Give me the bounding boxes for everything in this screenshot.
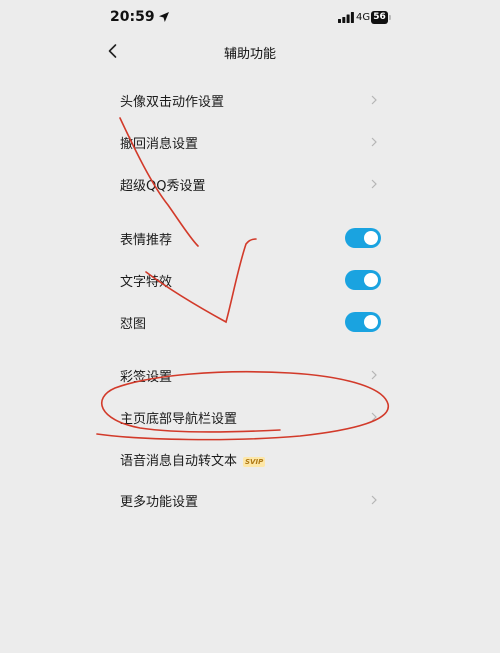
toggle-knob [364, 273, 378, 287]
chevron-right-icon [371, 137, 377, 147]
settings-row-recall-message[interactable]: 撤回消息设置 [0, 122, 500, 162]
toggle-knob [364, 231, 378, 245]
chevron-right-icon [371, 179, 377, 189]
settings-row-super-qq-show[interactable]: 超级QQ秀设置 [0, 164, 500, 204]
row-label: 头像双击动作设置 [120, 95, 225, 110]
row-label: 表情推荐 [120, 233, 173, 248]
chevron-right-icon [371, 495, 377, 505]
accessibility-settings-screen: 20:59 4G 56 辅助功能 头像双击动作设置 撤回消息设置 超级QQ秀设置… [0, 0, 500, 653]
meme-reply-toggle[interactable] [345, 312, 381, 332]
battery-level: 56 [371, 11, 388, 24]
chevron-right-icon [371, 412, 377, 422]
row-label: 怼图 [120, 317, 147, 332]
cellular-signal-icon [338, 12, 354, 23]
row-label: 语音消息自动转文本 SVIP [120, 450, 266, 469]
location-arrow-icon [159, 12, 169, 22]
settings-row-more-features[interactable]: 更多功能设置 [0, 480, 500, 520]
row-label: 彩签设置 [120, 370, 173, 385]
row-label: 更多功能设置 [120, 495, 199, 510]
svip-badge: SVIP [243, 456, 266, 467]
settings-row-sticker-recommend: 表情推荐 [0, 218, 500, 258]
chevron-right-icon [371, 95, 377, 105]
battery-icon: 56 [371, 11, 391, 24]
row-label: 撤回消息设置 [120, 137, 199, 152]
toggle-knob [364, 315, 378, 329]
nav-header: 辅助功能 [0, 36, 500, 68]
settings-row-bottom-nav-bar[interactable]: 主页底部导航栏设置 [0, 397, 500, 437]
settings-row-text-effects: 文字特效 [0, 260, 500, 300]
status-time: 20:59 [110, 9, 155, 25]
settings-row-voice-to-text[interactable]: 语音消息自动转文本 SVIP [0, 439, 500, 479]
voice-to-text-label: 语音消息自动转文本 [120, 454, 238, 469]
settings-row-avatar-double-tap[interactable]: 头像双击动作设置 [0, 80, 500, 120]
status-bar: 20:59 4G 56 [0, 0, 500, 36]
row-label: 文字特效 [120, 275, 173, 290]
settings-row-meme-reply: 怼图 [0, 302, 500, 342]
row-label: 超级QQ秀设置 [120, 179, 206, 194]
page-title: 辅助功能 [223, 47, 276, 62]
network-type: 4G [356, 12, 371, 23]
settings-row-color-tag[interactable]: 彩签设置 [0, 355, 500, 395]
text-effects-toggle[interactable] [345, 270, 381, 290]
battery-tip [389, 15, 391, 20]
row-label: 主页底部导航栏设置 [120, 412, 238, 427]
chevron-right-icon [371, 370, 377, 380]
sticker-recommend-toggle[interactable] [345, 228, 381, 248]
